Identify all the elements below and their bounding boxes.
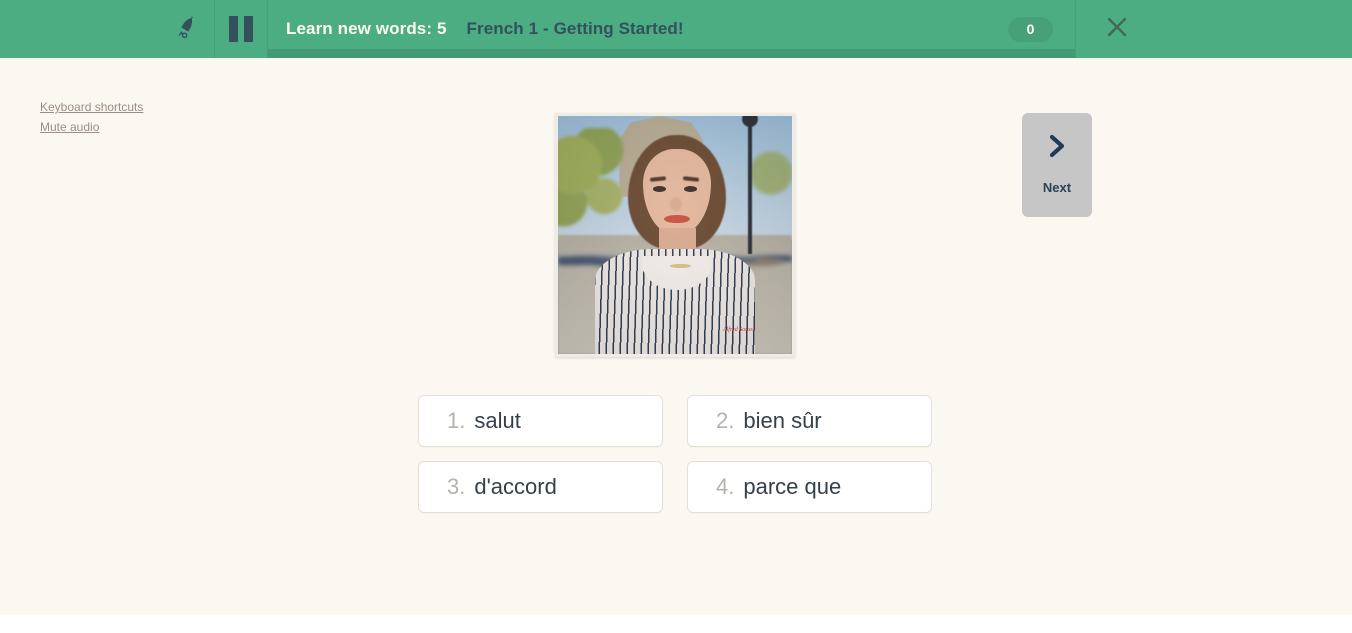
answer-option-text: salut bbox=[474, 408, 521, 433]
lesson-header: Learn new words: 5 French 1 - Getting St… bbox=[0, 0, 1352, 58]
pause-icon bbox=[229, 16, 253, 42]
lesson-progress-bar bbox=[268, 49, 1075, 58]
header-left-spacer bbox=[0, 0, 158, 58]
photo-person-lips bbox=[664, 214, 691, 223]
answer-option-number: 3. bbox=[447, 474, 466, 499]
lesson-counter-label: Learn new words: 5 bbox=[286, 19, 447, 38]
keyboard-shortcuts-link[interactable]: Keyboard shortcuts bbox=[40, 100, 143, 114]
answer-option-number: 2. bbox=[716, 408, 735, 433]
close-lesson-button[interactable] bbox=[1075, 0, 1157, 58]
photo-person-eye-left bbox=[652, 186, 666, 192]
close-icon bbox=[1105, 15, 1129, 44]
photo-person-eye-right bbox=[684, 186, 698, 192]
photo-person-nose bbox=[670, 196, 682, 212]
chevron-right-icon bbox=[1042, 131, 1072, 166]
answer-option-1[interactable]: 1. salut bbox=[418, 395, 663, 447]
answer-option-2[interactable]: 2. bien sûr bbox=[687, 395, 932, 447]
answer-option-number: 4. bbox=[716, 474, 735, 499]
next-button-label: Next bbox=[1042, 180, 1072, 195]
score-badge: 0 bbox=[1008, 16, 1053, 42]
answer-option-number: 1. bbox=[447, 408, 466, 433]
prompt-photo: Alfred Soussi bbox=[558, 116, 792, 354]
course-title: French 1 - Getting Started! bbox=[466, 19, 684, 38]
header-right-spacer bbox=[1157, 0, 1352, 58]
rocket-button[interactable] bbox=[158, 0, 215, 58]
pause-button[interactable] bbox=[215, 0, 268, 58]
lesson-screen: Learn new words: 5 French 1 - Getting St… bbox=[0, 0, 1352, 633]
mute-audio-link[interactable]: Mute audio bbox=[40, 120, 143, 134]
photo-trees-left bbox=[558, 127, 629, 252]
photo-watermark: Alfred Soussi bbox=[722, 326, 755, 333]
score-container: 0 bbox=[1008, 16, 1053, 42]
answer-option-text: bien sûr bbox=[743, 408, 822, 433]
lesson-progress-fill bbox=[268, 49, 1075, 58]
photo-lamp-post bbox=[742, 116, 759, 255]
answer-option-3[interactable]: 3. d'accord bbox=[418, 461, 663, 513]
prompt-image: Alfred Soussi bbox=[555, 113, 795, 357]
rocket-icon bbox=[173, 16, 199, 42]
answer-option-4[interactable]: 4. parce que bbox=[687, 461, 932, 513]
answer-option-text: parce que bbox=[743, 474, 842, 499]
answer-options: 1. salut 2. bien sûr 3. d'accord 4. parc… bbox=[418, 395, 932, 513]
next-button[interactable]: Next bbox=[1022, 113, 1092, 217]
bottom-strip bbox=[0, 615, 1352, 633]
header-center: Learn new words: 5 French 1 - Getting St… bbox=[268, 0, 1075, 58]
utility-links: Keyboard shortcuts Mute audio bbox=[40, 100, 143, 134]
answer-option-text: d'accord bbox=[474, 474, 557, 499]
